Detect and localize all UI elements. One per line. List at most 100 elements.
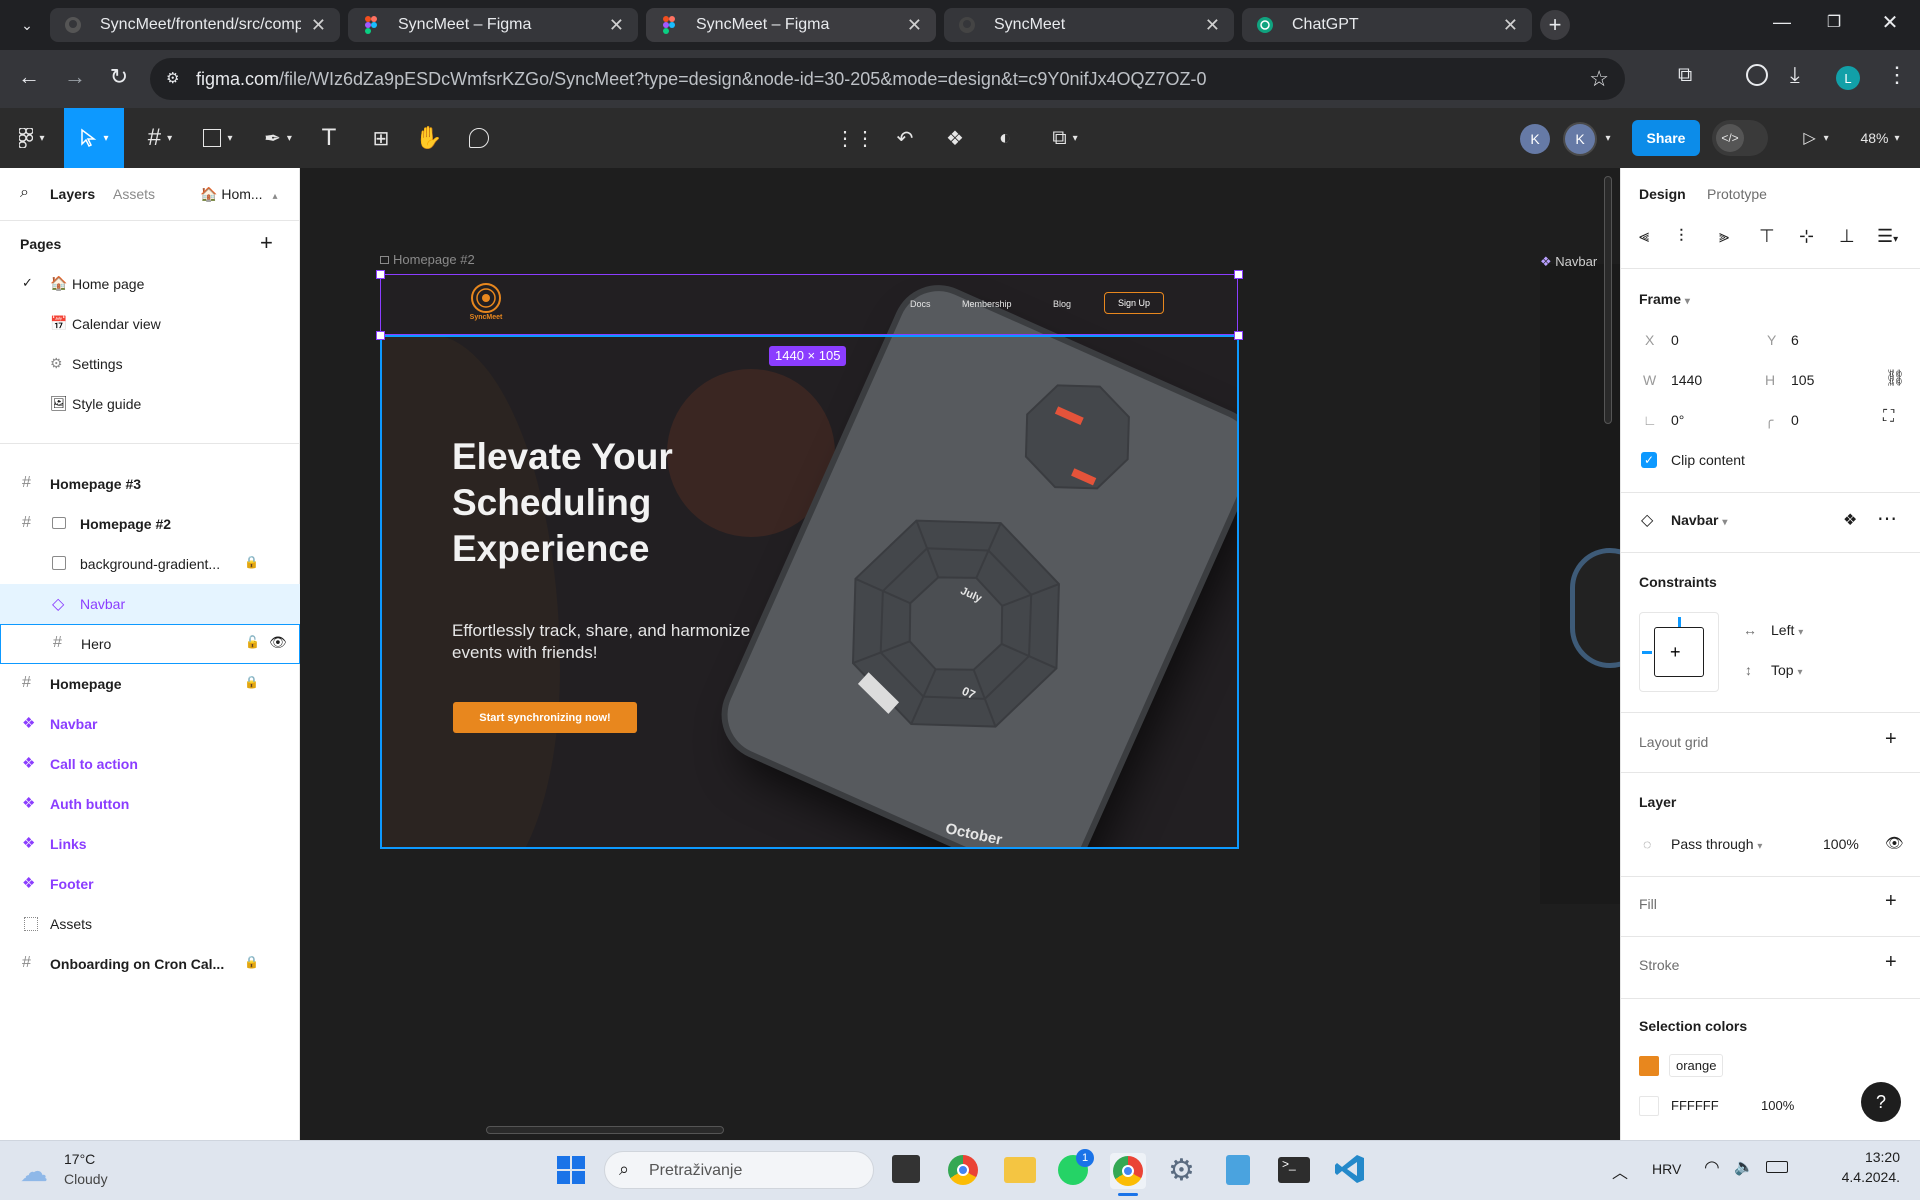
design-canvas[interactable]: Homepage #2 July 07 October SyncMeet Doc… [300,168,1620,1140]
x-field[interactable]: 0 [1671,332,1679,348]
color-swatch-orange[interactable] [1639,1056,1659,1076]
add-stroke-icon[interactable]: + [1885,951,1897,974]
comment-tool-button[interactable] [464,118,494,158]
resize-handle[interactable] [1234,331,1243,340]
page-item-calendar[interactable]: 📅 Calendar view [0,304,300,344]
boolean-button[interactable]: ⧉ ▾ [1040,118,1090,158]
profile-avatar[interactable]: L [1836,66,1860,90]
download-icon[interactable]: ⤓ [1790,62,1800,88]
bookmark-star-icon[interactable]: ☆ [1589,66,1609,92]
resize-handle[interactable] [376,270,385,279]
help-button[interactable]: ? [1861,1082,1901,1122]
frame-tool-button[interactable]: # ▾ [138,118,182,158]
whatsapp-icon[interactable]: 1 [1058,1149,1094,1185]
constrain-proportions-icon[interactable]: ⛓ [1885,368,1905,388]
volume-icon[interactable]: 🔈 [1734,1157,1754,1177]
performance-icon[interactable] [1746,64,1768,86]
clock[interactable]: 13:20 4.4.2024. [1800,1149,1900,1185]
align-bottom-icon[interactable]: ⊥ [1839,226,1855,247]
collaborator-avatar-1[interactable]: K [1520,124,1550,154]
horizontal-constraint-dropdown[interactable]: Left ▾ [1771,622,1803,638]
battery-icon[interactable] [1766,1161,1788,1173]
shape-tool-button[interactable]: ▾ [196,118,240,158]
language-indicator[interactable]: HRV [1652,1161,1681,1177]
zoom-dropdown[interactable]: 48% ▾ [1852,118,1908,158]
add-fill-icon[interactable]: + [1885,890,1897,913]
tab-prototype[interactable]: Prototype [1707,186,1767,202]
close-tab-icon[interactable]: ✕ [609,15,624,36]
chevron-down-icon[interactable]: ▾ [1600,118,1616,158]
align-center-h-icon[interactable]: ⫶ [1679,226,1684,247]
constraint-widget[interactable]: + [1639,612,1719,692]
move-tool-button[interactable]: ▾ [64,108,124,168]
go-to-main-component-icon[interactable]: ❖ [1843,510,1857,530]
browser-tab-github[interactable]: SyncMeet/frontend/src/compor ✕ [50,8,340,42]
adjacent-frame-label[interactable]: ❖ Navbar [1540,254,1597,270]
tab-assets[interactable]: Assets [113,186,155,202]
layer-links[interactable]: ❖ Links [0,824,300,864]
visibility-eye-icon[interactable]: 👁 [1885,834,1904,852]
url-field[interactable]: ⚙ figma.com/file/WIz6dZa9pESDcWmfsrKZGo/… [150,58,1625,100]
blend-mode-dropdown[interactable]: Pass through ▾ [1671,836,1762,852]
search-icon[interactable]: ⌕ [20,184,29,202]
layer-homepage[interactable]: # Homepage 🔒 [0,664,300,704]
layer-homepage-2[interactable]: # Homepage #2 [0,504,300,544]
layer-assets[interactable]: Assets [0,904,300,944]
vertical-constraint-dropdown[interactable]: Top ▾ [1771,662,1803,678]
color-opacity-field[interactable]: 100% [1761,1098,1794,1113]
tab-layers[interactable]: Layers [50,186,95,202]
color-swatch-white[interactable] [1639,1096,1659,1116]
layer-navbar-instance[interactable]: ◇ Navbar [0,584,300,624]
horizontal-scrollbar[interactable] [486,1126,724,1134]
layer-onboarding[interactable]: # Onboarding on Cron Cal... 🔒 [0,944,300,984]
share-button[interactable]: Share [1632,120,1700,156]
back-icon[interactable]: ← [14,64,44,94]
lock-icon[interactable]: 🔒 [244,955,259,969]
taskbar-search-field[interactable]: ⌕ Pretraživanje [604,1151,874,1189]
vscode-icon[interactable] [1334,1153,1366,1185]
resize-handle[interactable] [376,331,385,340]
collaborator-avatar-2[interactable]: K [1565,124,1595,154]
page-item-settings[interactable]: ⚙ Settings [0,344,300,384]
layer-hero[interactable]: # Hero 🔓 👁 [0,624,300,664]
layer-auth-button[interactable]: ❖ Auth button [0,784,300,824]
tab-design[interactable]: Design [1639,186,1686,202]
eye-icon[interactable]: 👁 [269,634,287,651]
browser-menu-icon[interactable]: ⋮ [1886,62,1908,88]
frame-label[interactable]: Homepage #2 [380,252,475,267]
add-layout-grid-icon[interactable]: + [1885,728,1897,751]
layer-footer[interactable]: ❖ Footer [0,864,300,904]
align-right-icon[interactable]: ⫸ [1719,226,1729,247]
tray-overflow-icon[interactable]: ︿ [1612,1159,1628,1183]
align-left-icon[interactable]: ⫷ [1639,226,1649,247]
task-view-icon[interactable] [892,1155,920,1183]
unlock-icon[interactable]: 🔓 [245,635,260,649]
resources-button[interactable]: ⊞ [366,118,396,158]
color-style-chip[interactable]: orange [1669,1054,1724,1077]
navbar-selection-outline[interactable] [380,274,1238,335]
weather-widget[interactable]: ☁ 17°C Cloudy [20,1149,130,1193]
wifi-icon[interactable]: ◠ [1704,1157,1720,1178]
browser-tab-syncmeet[interactable]: SyncMeet ✕ [944,8,1234,42]
site-settings-icon[interactable]: ⚙ [166,69,186,89]
close-tab-icon[interactable]: ✕ [1503,15,1518,36]
start-button[interactable] [556,1155,586,1185]
width-field[interactable]: 1440 [1671,372,1702,388]
clip-content-checkbox[interactable]: ✓ [1641,452,1657,468]
new-tab-button[interactable]: + [1540,10,1570,40]
chrome-taskbar-icon[interactable] [948,1155,978,1185]
close-tab-icon[interactable]: ✕ [1205,15,1220,36]
color-hex-field[interactable]: FFFFFF [1671,1098,1719,1113]
reset-instance-button[interactable]: ↶ [890,118,920,158]
add-page-icon[interactable]: + [260,230,273,256]
pen-tool-button[interactable]: ✒ ▾ [256,118,300,158]
minimize-button[interactable]: — [1770,12,1794,36]
independent-corners-icon[interactable]: ⛶ [1883,408,1894,426]
reload-icon[interactable]: ↻ [104,64,134,94]
mask-button[interactable]: ◐ [990,118,1020,158]
restore-button[interactable]: ❐ [1822,12,1846,36]
browser-tab-figma-1[interactable]: SyncMeet – Figma ✕ [348,8,638,42]
layer-homepage-3[interactable]: # Homepage #3 [0,464,300,504]
extensions-icon[interactable]: ⧉ [1678,64,1692,87]
layer-navbar-component[interactable]: ❖ Navbar [0,704,300,744]
